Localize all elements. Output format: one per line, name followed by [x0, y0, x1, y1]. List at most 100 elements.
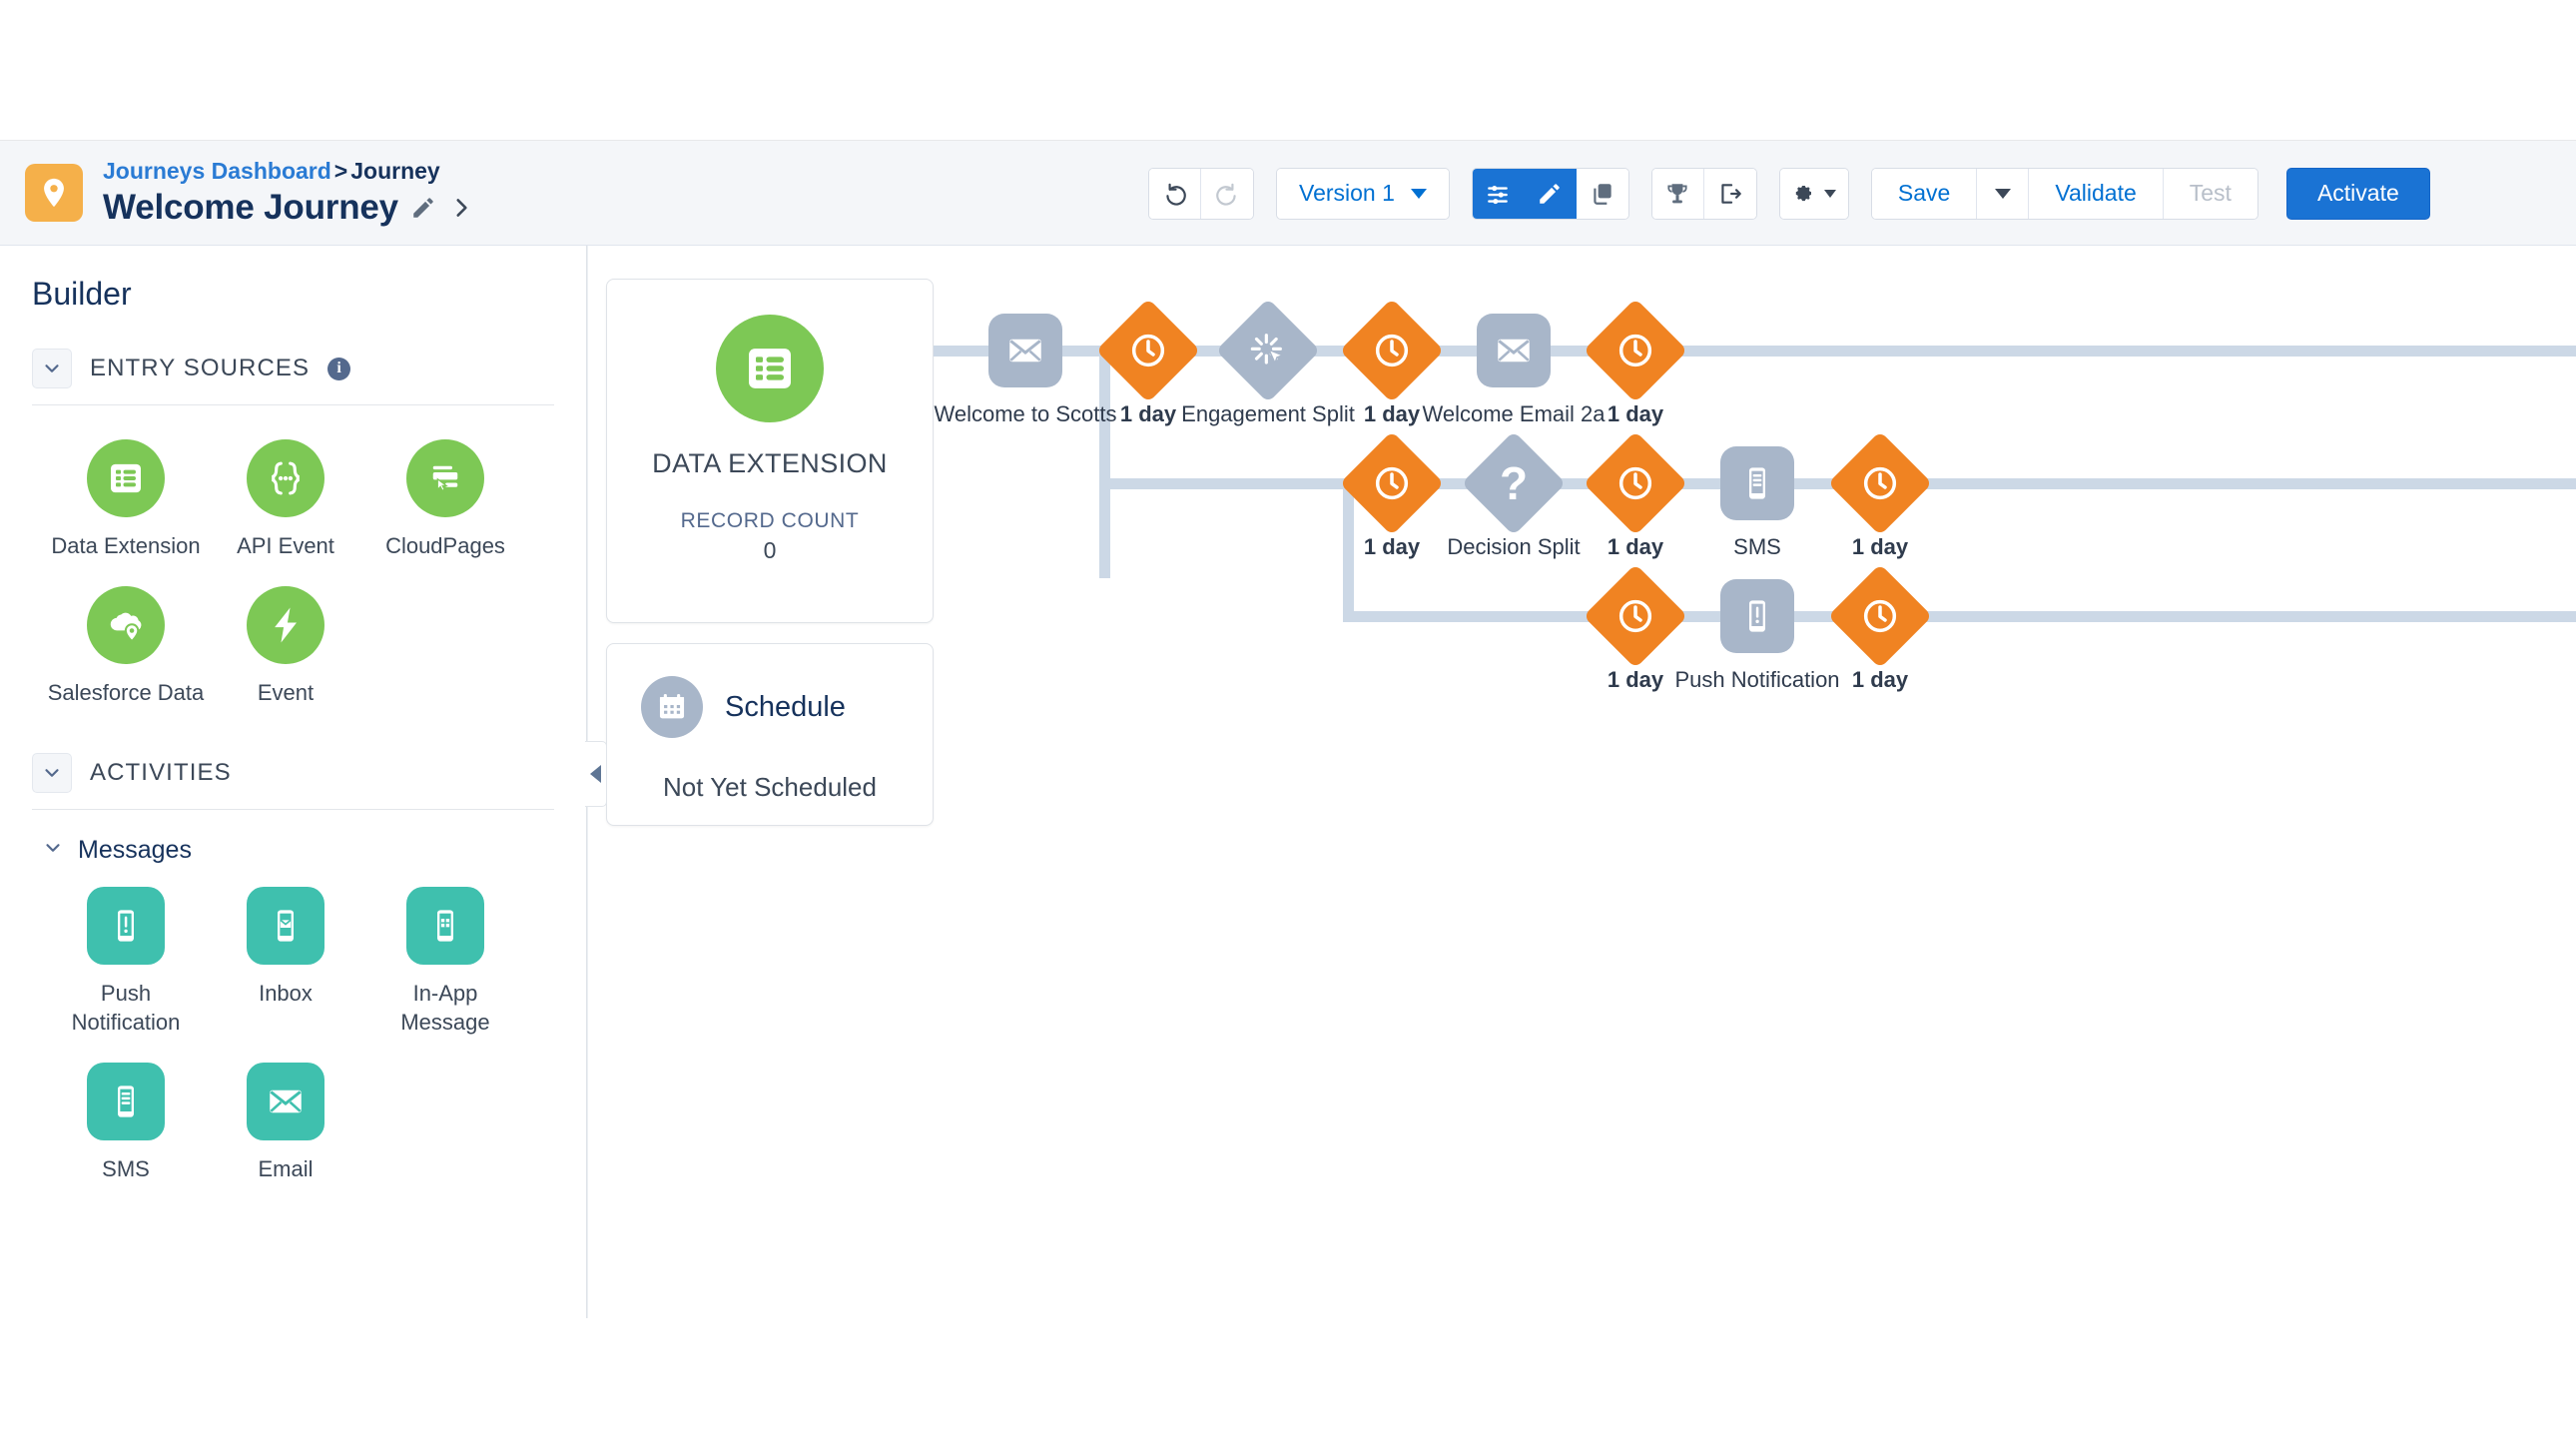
journey-canvas[interactable]: DATA EXTENSION RECORD COUNT 0 Schedule N… — [587, 246, 2576, 1318]
palette-item-sms[interactable]: SMS — [46, 1063, 206, 1183]
journey-builder-app: Journeys Dashboard > Journey Welcome Journ… — [0, 140, 2576, 1318]
gear-icon[interactable] — [1779, 168, 1848, 219]
palette-item-push-notification[interactable]: Push Notification — [46, 887, 206, 1037]
journey-flow: Welcome to Scotts 1 day Engagement Split… — [588, 246, 2576, 1318]
clock-icon — [1583, 298, 1688, 403]
palette-item-label: Data Extension — [51, 533, 201, 558]
in-app-message-icon — [406, 887, 484, 965]
location-pin-icon — [25, 164, 83, 222]
journey-settings-icon[interactable] — [1472, 168, 1525, 219]
activities-palette: Push Notification Inbox In-App Message S… — [32, 869, 554, 1219]
sidebar-collapse-handle[interactable] — [585, 741, 607, 807]
push-notification-icon — [87, 887, 165, 965]
palette-item-inbox[interactable]: Inbox — [206, 887, 365, 1037]
trophy-icon[interactable] — [1651, 168, 1704, 219]
connector-split2-horizontal — [1343, 611, 1491, 622]
inbox-icon — [247, 887, 324, 965]
title-block: Journeys Dashboard > Journey Welcome Journ… — [103, 158, 474, 228]
entry-sources-label: ENTRY SOURCES — [90, 355, 311, 381]
clock-icon — [1827, 563, 1933, 669]
palette-item-api-event[interactable]: API Event — [206, 439, 365, 560]
palette-item-data-extension[interactable]: Data Extension — [46, 439, 206, 560]
email-icon — [247, 1063, 324, 1140]
palette-item-label: Email — [258, 1156, 314, 1181]
info-icon[interactable]: i — [327, 357, 351, 380]
pencil-icon[interactable] — [1524, 168, 1577, 219]
view-mode-button-group — [1471, 167, 1629, 220]
entry-sources-section-header[interactable]: ENTRY SOURCES i — [32, 339, 554, 405]
goals-button-group — [1650, 167, 1757, 220]
flow-node-label: 1 day — [1851, 667, 1909, 692]
undo-icon[interactable] — [1149, 168, 1201, 219]
chevron-down-icon — [1410, 188, 1427, 199]
brand-area: Journeys Dashboard > Journey Welcome Journ… — [0, 158, 474, 228]
version-dropdown-button[interactable]: Version 1 — [1277, 168, 1449, 219]
palette-item-in-app-message[interactable]: In-App Message — [365, 887, 525, 1037]
entry-sources-palette: Data Extension API Event CloudPages Sale… — [32, 405, 554, 743]
settings-button-group — [1778, 167, 1849, 220]
sidebar-title: Builder — [32, 276, 132, 312]
activities-label: ACTIVITIES — [90, 759, 232, 786]
palette-item-salesforce-data[interactable]: Salesforce Data — [46, 586, 206, 707]
validate-button[interactable]: Validate — [2029, 168, 2164, 219]
palette-item-event[interactable]: Event — [206, 586, 365, 707]
connector-split1-horizontal — [1099, 478, 1243, 489]
save-button-group: Save Validate Test — [1870, 167, 2258, 220]
palette-item-label: SMS — [102, 1156, 150, 1181]
palette-item-label: In-App Message — [400, 981, 490, 1035]
save-dropdown-button[interactable] — [1977, 168, 2030, 219]
chevron-right-icon[interactable] — [448, 195, 474, 221]
breadcrumb-separator: > — [333, 158, 348, 184]
activities-group-label: Messages — [78, 836, 192, 864]
page-title: Welcome Journey — [103, 188, 398, 227]
app-header: Journeys Dashboard > Journey Welcome Journ… — [0, 141, 2576, 246]
exit-icon[interactable] — [1703, 168, 1756, 219]
data-extension-icon — [87, 439, 165, 517]
version-label: Version 1 — [1299, 180, 1395, 206]
cloudpages-icon — [406, 439, 484, 517]
builder-sidebar: Builder ENTRY SOURCES i Data Extension A… — [0, 246, 587, 1318]
breadcrumb-parent-link[interactable]: Journeys Dashboard — [103, 158, 331, 184]
app-body: Builder ENTRY SOURCES i Data Extension A… — [0, 246, 2576, 1318]
activate-button[interactable]: Activate — [2285, 167, 2430, 220]
caret-down-icon — [1994, 188, 2011, 199]
chevron-down-icon[interactable] — [42, 837, 64, 864]
flow-node-label: 1 day — [1851, 534, 1909, 559]
lightning-bolt-icon — [247, 586, 324, 664]
salesforce-cloud-icon — [87, 586, 165, 664]
breadcrumb: Journeys Dashboard > Journey — [103, 158, 474, 185]
flow-node-wait-8[interactable]: 1 day — [1780, 563, 1980, 694]
sms-icon — [87, 1063, 165, 1140]
activities-section-header[interactable]: ACTIVITIES — [32, 743, 554, 810]
palette-item-label: Push Notification — [71, 981, 181, 1035]
palette-item-label: Salesforce Data — [47, 680, 205, 705]
flow-node-label: 1 day — [1607, 401, 1664, 426]
chevron-down-icon[interactable] — [32, 349, 72, 388]
palette-item-email[interactable]: Email — [206, 1063, 365, 1183]
layers-icon[interactable] — [1576, 168, 1628, 219]
palette-item-label: CloudPages — [385, 533, 505, 558]
screenshot-root: Journeys Dashboard > Journey Welcome Journ… — [0, 0, 2576, 1450]
version-selector[interactable]: Version 1 — [1276, 167, 1450, 220]
redo-icon[interactable] — [1201, 168, 1253, 219]
breadcrumb-current: Journey — [350, 158, 440, 184]
activities-group-messages-header[interactable]: Messages — [32, 810, 554, 869]
save-button[interactable]: Save — [1871, 168, 1978, 219]
flow-node-wait-6[interactable]: 1 day — [1780, 430, 1980, 561]
collapse-left-icon — [590, 765, 601, 783]
pencil-icon[interactable] — [410, 195, 436, 221]
header-toolbar: Version 1 Save Validate Test Activate — [1148, 141, 2430, 246]
palette-item-label: Event — [257, 680, 315, 705]
history-button-group — [1148, 167, 1254, 220]
test-button[interactable]: Test — [2163, 168, 2257, 219]
clock-icon — [1827, 430, 1933, 536]
question-mark-glyph: ? — [1499, 456, 1529, 509]
palette-item-label: Inbox — [259, 981, 313, 1006]
flow-node-wait-3[interactable]: 1 day — [1536, 298, 1735, 428]
chevron-down-icon[interactable] — [32, 753, 72, 793]
journey-title-row: Welcome Journey — [103, 187, 474, 228]
api-event-icon — [247, 439, 324, 517]
caret-down-icon — [1823, 189, 1836, 198]
palette-item-label: API Event — [237, 533, 334, 558]
palette-item-cloudpages[interactable]: CloudPages — [365, 439, 525, 560]
